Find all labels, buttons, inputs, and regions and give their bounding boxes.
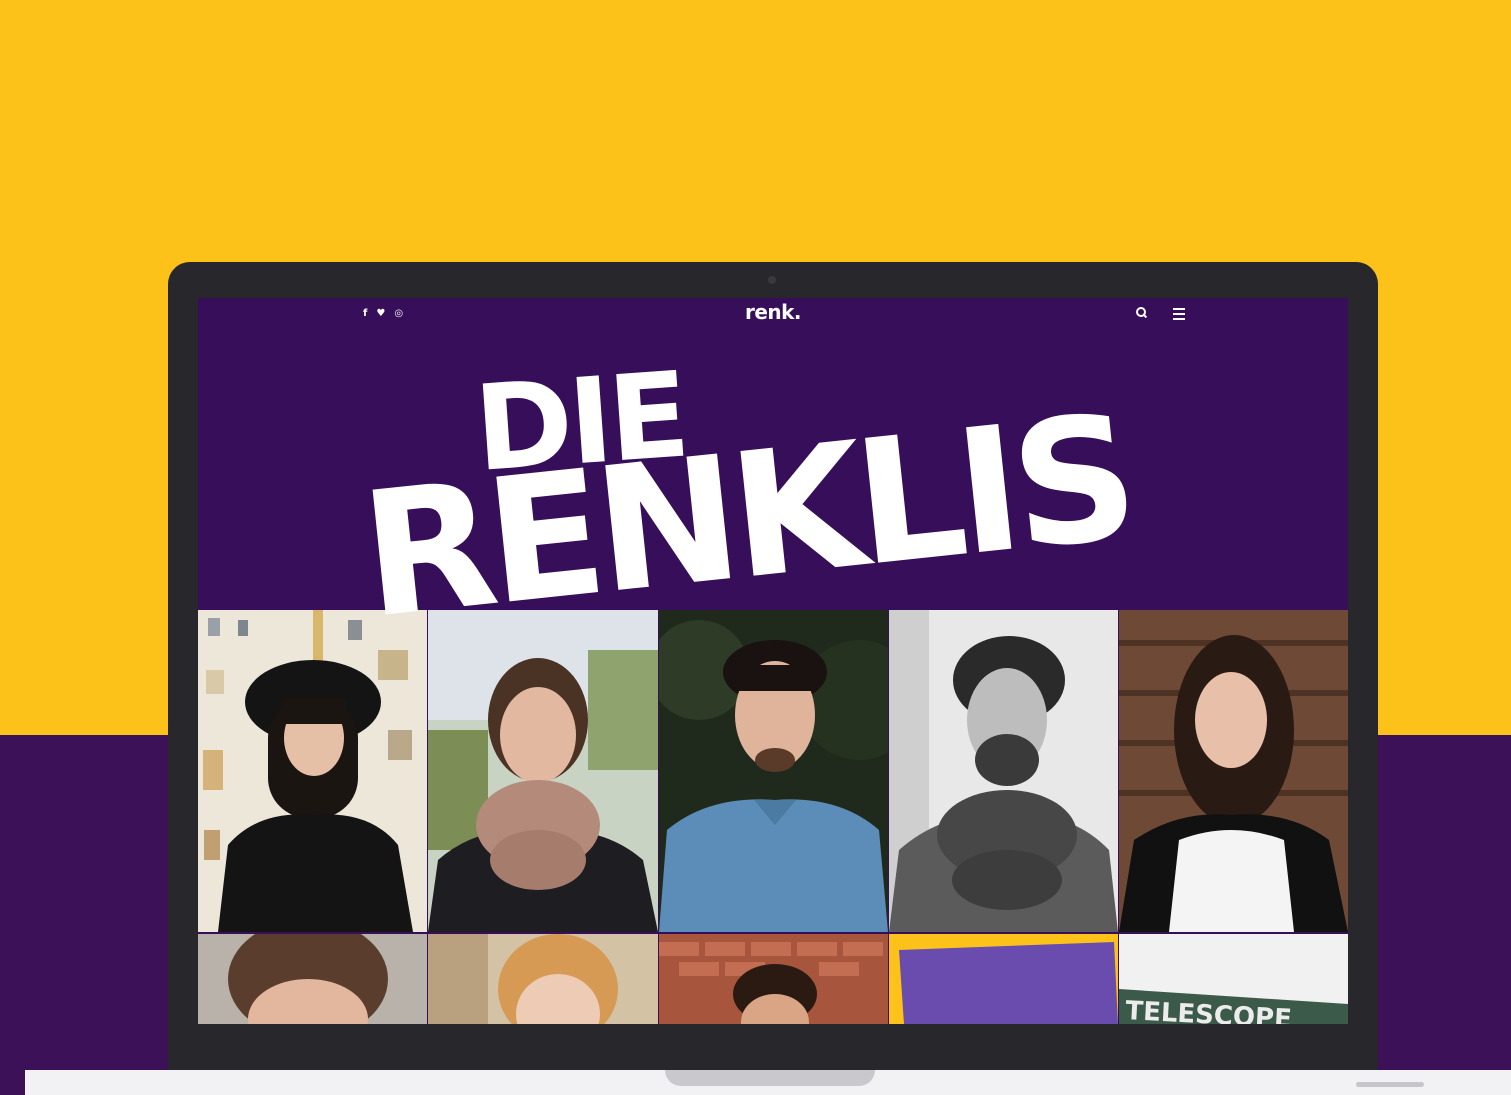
website-screen: f ♥ ◎ renk. TELESCOPE DIE RENKLIS — [198, 298, 1348, 1024]
team-photo-1[interactable] — [198, 610, 427, 932]
laptop-base-slot — [1356, 1082, 1424, 1087]
team-photo-5[interactable] — [1119, 610, 1348, 932]
team-photo-4[interactable] — [889, 610, 1118, 932]
team-photo-3[interactable] — [659, 610, 888, 932]
webcam-icon — [768, 276, 776, 284]
team-photo-10[interactable]: TELESCOPE — [1119, 934, 1348, 1024]
team-photo-8[interactable] — [659, 934, 888, 1024]
hero-title-line1: DIE — [470, 346, 690, 498]
laptop-frame: f ♥ ◎ renk. TELESCOPE DIE RENKLIS — [168, 262, 1378, 1072]
team-photo-grid: TELESCOPE — [198, 610, 1348, 1024]
site-header: f ♥ ◎ renk. — [198, 298, 1348, 332]
header-actions — [1135, 306, 1185, 320]
team-photo-2[interactable] — [428, 610, 658, 932]
team-photo-7[interactable] — [428, 934, 658, 1024]
laptop-base-notch — [665, 1070, 875, 1086]
team-photo-6[interactable] — [198, 934, 427, 1024]
menu-icon[interactable] — [1173, 308, 1185, 320]
search-icon[interactable] — [1135, 306, 1149, 320]
team-photo-9[interactable] — [889, 934, 1118, 1024]
